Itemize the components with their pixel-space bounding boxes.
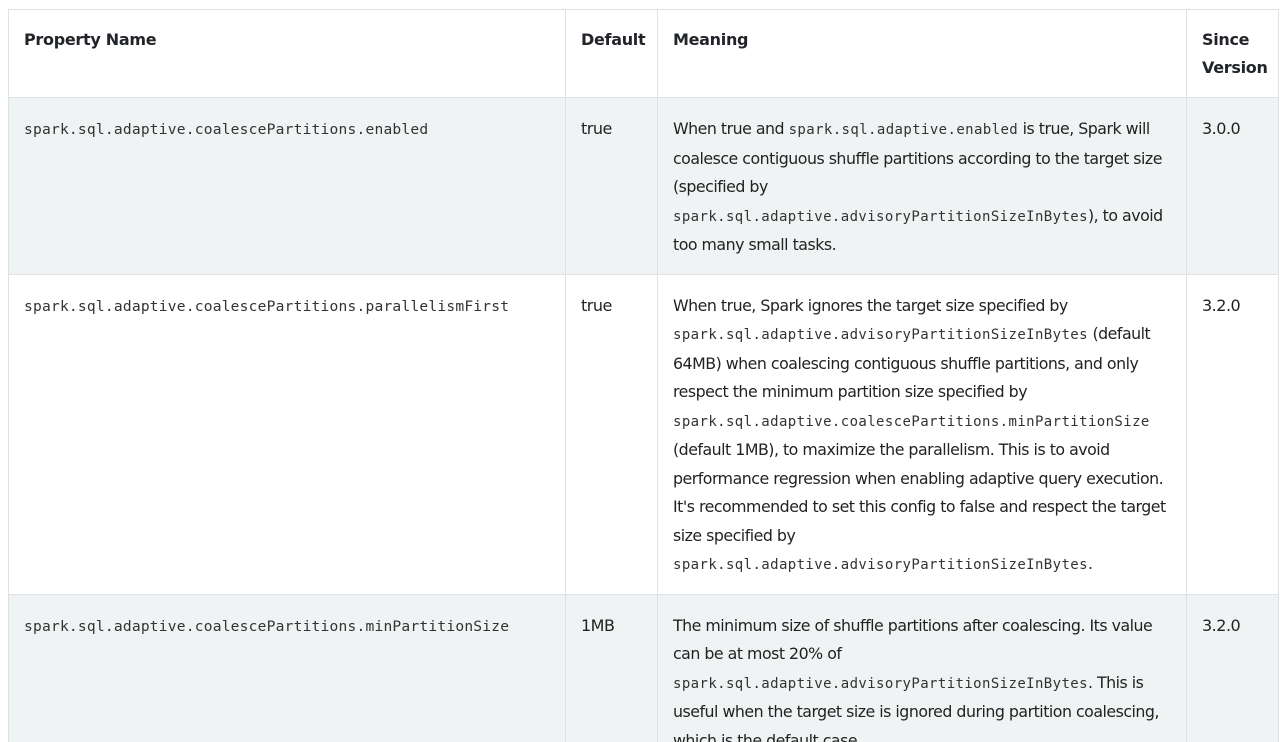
- since-version-cell: 3.2.0: [1186, 593, 1279, 742]
- table-row: spark.sql.adaptive.coalescePartitions.pa…: [8, 273, 1279, 595]
- meaning-code: spark.sql.adaptive.advisoryPartitionSize…: [673, 675, 1088, 692]
- table-row: spark.sql.adaptive.coalescePartitions.en…: [8, 97, 1279, 275]
- property-name-code: spark.sql.adaptive.coalescePartitions.mi…: [24, 617, 510, 635]
- property-name-code: spark.sql.adaptive.coalescePartitions.en…: [24, 121, 429, 138]
- property-name-cell: spark.sql.adaptive.coalescePartitions.en…: [8, 97, 566, 275]
- header-meaning: Meaning: [657, 9, 1187, 98]
- meaning-cell: When true, Spark ignores the target size…: [657, 273, 1187, 595]
- meaning-code: spark.sql.adaptive.advisoryPartitionSize…: [673, 327, 1088, 343]
- default-value-cell: true: [565, 97, 658, 275]
- since-version-cell: 3.2.0: [1186, 273, 1279, 595]
- property-name-cell: spark.sql.adaptive.coalescePartitions.pa…: [8, 273, 566, 595]
- meaning-code: spark.sql.adaptive.advisoryPartitionSize…: [673, 557, 1088, 573]
- meaning-cell: When true and spark.sql.adaptive.enabled…: [657, 97, 1187, 275]
- meaning-text: The minimum size of shuffle partitions a…: [673, 615, 1153, 664]
- meaning-cell: The minimum size of shuffle partitions a…: [657, 593, 1187, 742]
- since-version-cell: 3.0.0: [1186, 97, 1279, 275]
- default-value-cell: 1MB: [565, 593, 658, 742]
- meaning-code: spark.sql.adaptive.coalescePartitions.mi…: [673, 413, 1150, 430]
- meaning-text: When true and: [673, 119, 789, 138]
- header-since-version: Since Version: [1186, 9, 1279, 98]
- table-header-row: Property Name Default Meaning Since Vers…: [8, 9, 1279, 98]
- default-value-cell: true: [565, 273, 658, 595]
- table-row: spark.sql.adaptive.coalescePartitions.mi…: [8, 593, 1279, 742]
- property-name-code: spark.sql.adaptive.coalescePartitions.pa…: [24, 297, 510, 315]
- page: Property Name Default Meaning Since Vers…: [0, 0, 1286, 742]
- meaning-text: When true, Spark ignores the target size…: [673, 295, 1068, 315]
- meaning-text: .: [1087, 554, 1093, 573]
- header-default: Default: [565, 9, 658, 98]
- meaning-code: spark.sql.adaptive.advisoryPartitionSize…: [673, 208, 1088, 225]
- meaning-code: spark.sql.adaptive.enabled: [788, 122, 1019, 138]
- header-property-name: Property Name: [8, 9, 566, 98]
- meaning-text: (default 1MB), to maximize the paralleli…: [673, 440, 1166, 545]
- property-name-cell: spark.sql.adaptive.coalescePartitions.mi…: [8, 593, 566, 742]
- config-properties-table: Property Name Default Meaning Since Vers…: [8, 9, 1279, 742]
